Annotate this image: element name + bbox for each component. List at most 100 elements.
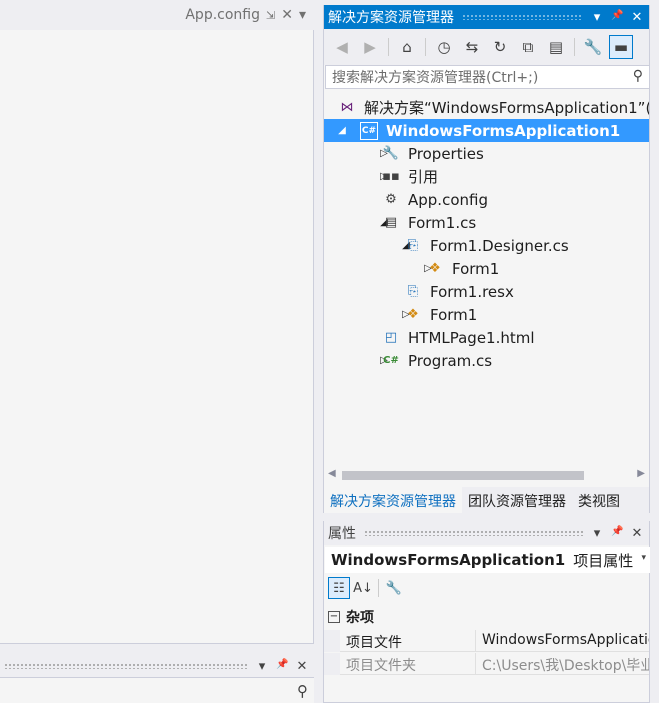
- preview-icon[interactable]: ▬: [609, 35, 633, 59]
- tree-item[interactable]: ⋈ 解决方案“WindowsFormsApplication1”(1: [324, 96, 650, 119]
- properties-window: 属性 ▾ 📌 ✕ WindowsFormsApplication1 项目属性 ▾…: [323, 521, 650, 703]
- alphabetical-icon[interactable]: A↓: [352, 577, 374, 599]
- class-icon: ❖: [429, 261, 441, 276]
- properties-object-selector[interactable]: WindowsFormsApplication1 项目属性 ▾: [325, 547, 650, 573]
- tree-item-label: 解决方案“WindowsFormsApplication1”(1: [364, 99, 649, 117]
- chevron-down-icon[interactable]: ▾: [641, 553, 646, 563]
- tab-1[interactable]: 团队资源管理器: [462, 487, 572, 513]
- tree-item-label: HTMLPage1.html: [408, 328, 535, 347]
- title-grip: [462, 14, 583, 20]
- tree-item[interactable]: ◢ C# WindowsFormsApplication1: [324, 119, 649, 142]
- show-all-files-icon[interactable]: ▤: [544, 35, 568, 59]
- categorized-icon[interactable]: ☷: [328, 577, 350, 599]
- close-icon[interactable]: ✕: [631, 10, 643, 25]
- form-icon: ▤: [384, 215, 398, 230]
- search-placeholder: 搜索解决方案资源管理器(Ctrl+;): [332, 70, 539, 86]
- category-misc[interactable]: − 杂项: [324, 606, 649, 628]
- property-value[interactable]: C:\Users\我\Desktop\毕业设计: [476, 653, 649, 675]
- refresh-icon[interactable]: ↻: [488, 35, 512, 59]
- window-dropdown-icon[interactable]: ▾: [591, 10, 603, 25]
- home-icon[interactable]: ⌂: [395, 35, 419, 59]
- config-file-icon: ⚙: [385, 192, 397, 207]
- property-name: 项目文件: [340, 630, 476, 652]
- property-row[interactable]: 项目文件WindowsFormsApplication1.csproj: [324, 630, 649, 652]
- tab-0[interactable]: 解决方案资源管理器: [324, 487, 462, 513]
- properties-toolbar: ☷ A↓ 🔧: [324, 575, 649, 601]
- properties-title: 属性: [328, 526, 356, 542]
- class-icon: ❖: [407, 307, 419, 322]
- tree-item-label: Program.cs: [408, 351, 493, 370]
- properties-wrench-icon[interactable]: 🔧: [581, 35, 605, 59]
- solution-explorer-title-bar[interactable]: 解决方案资源管理器 ▾ 📌 ✕: [324, 5, 649, 29]
- toolbar-separator: [425, 38, 426, 56]
- editor-tab-label[interactable]: App.config: [185, 7, 260, 23]
- solution-explorer-title: 解决方案资源管理器: [328, 10, 454, 26]
- close-tab-icon[interactable]: ✕: [281, 7, 293, 23]
- bottom-panel-pin-icon[interactable]: 📌: [276, 659, 288, 674]
- property-value[interactable]: WindowsFormsApplication1.csproj: [476, 630, 649, 652]
- window-dropdown-icon[interactable]: ▾: [591, 526, 603, 541]
- wrench-icon: 🔧: [382, 146, 400, 161]
- collapse-all-icon[interactable]: ⧉: [516, 35, 540, 59]
- tree-item[interactable]: ⚙ App.config: [324, 188, 649, 211]
- auto-hide-pin-icon[interactable]: 📌: [611, 526, 623, 541]
- tree-item-label: 引用: [408, 168, 439, 186]
- tree-item-label: App.config: [408, 190, 488, 209]
- scroll-left-icon[interactable]: ◀: [328, 468, 336, 479]
- scroll-right-icon[interactable]: ▶: [637, 468, 645, 479]
- bottom-panel-close-icon[interactable]: ✕: [296, 659, 308, 674]
- designer-file-icon: ⎘: [407, 238, 419, 253]
- auto-hide-pin-icon[interactable]: 📌: [611, 10, 623, 25]
- search-icon[interactable]: ⚲: [297, 682, 308, 700]
- html-file-icon: ◰: [384, 330, 398, 345]
- tree-item-label: Properties: [408, 144, 484, 163]
- title-grip: [364, 530, 583, 536]
- properties-title-bar[interactable]: 属性 ▾ 📌 ✕: [324, 521, 649, 545]
- editor-document-area[interactable]: [0, 30, 314, 644]
- scrollbar-thumb[interactable]: [342, 471, 584, 480]
- search-icon[interactable]: ⚲: [633, 68, 643, 84]
- toolbar-separator: [388, 38, 389, 56]
- row-gutter: [324, 653, 340, 675]
- tree-item[interactable]: ▷ ❖ Form1: [324, 303, 649, 326]
- tree-item-label: Form1.resx: [430, 282, 514, 301]
- csharp-project-icon: C#: [360, 121, 378, 140]
- tree-item[interactable]: ▷ 🔧 Properties: [324, 142, 649, 165]
- property-row[interactable]: 项目文件夹C:\Users\我\Desktop\毕业设计: [324, 653, 649, 675]
- bottom-panel-search[interactable]: ⚲: [0, 677, 314, 703]
- category-label: 杂项: [346, 610, 374, 626]
- tree-item[interactable]: ⎘ Form1.resx: [324, 280, 649, 303]
- tree-item-label: Form1.cs: [408, 213, 477, 232]
- back-icon[interactable]: ◀: [330, 35, 354, 59]
- bottom-panel-title-bar: ▾ 📌 ✕: [0, 655, 314, 677]
- solution-icon: ⋈: [340, 100, 354, 115]
- tree-item[interactable]: ▷ ▪▪ 引用: [324, 165, 649, 188]
- editor-tab-app-config[interactable]: App.config ⇲ ✕ ▾: [185, 0, 314, 30]
- close-icon[interactable]: ✕: [631, 526, 643, 541]
- forward-icon[interactable]: ▶: [358, 35, 382, 59]
- tab-2[interactable]: 类视图: [572, 487, 626, 513]
- property-pages-wrench-icon[interactable]: 🔧: [383, 577, 405, 599]
- keep-open-icon[interactable]: ⇲: [266, 9, 275, 22]
- tree-item-label: Form1: [430, 305, 478, 324]
- tree-item[interactable]: ◢ ⎘ Form1.Designer.cs: [324, 234, 649, 257]
- bottom-panel-grip[interactable]: [4, 663, 248, 669]
- tab-dropdown-icon[interactable]: ▾: [299, 7, 306, 23]
- sync-icon[interactable]: ⇆: [460, 35, 484, 59]
- collapse-arrow-icon[interactable]: ◢: [336, 125, 348, 136]
- tree-item-label: WindowsFormsApplication1: [386, 121, 621, 140]
- pending-changes-icon[interactable]: ◷: [432, 35, 456, 59]
- toolbar-separator: [378, 579, 379, 597]
- tree-item[interactable]: ▷ ❖ Form1: [324, 257, 649, 280]
- solution-explorer-tabs: 解决方案资源管理器 团队资源管理器 类视图: [324, 487, 649, 513]
- solution-explorer-search-input[interactable]: 搜索解决方案资源管理器(Ctrl+;) ⚲: [325, 65, 650, 89]
- collapse-icon[interactable]: −: [328, 611, 340, 623]
- references-icon: ▪▪: [382, 169, 400, 184]
- tree-item[interactable]: ◢ ▤ Form1.cs: [324, 211, 649, 234]
- tree-item-label: Form1: [452, 259, 500, 278]
- row-gutter: [324, 630, 340, 652]
- tree-item[interactable]: ▷ C# Program.cs: [324, 349, 649, 372]
- horizontal-scrollbar[interactable]: ◀ ▶: [324, 467, 649, 483]
- tree-item[interactable]: ◰ HTMLPage1.html: [324, 326, 649, 349]
- bottom-panel-dropdown-icon[interactable]: ▾: [256, 659, 268, 674]
